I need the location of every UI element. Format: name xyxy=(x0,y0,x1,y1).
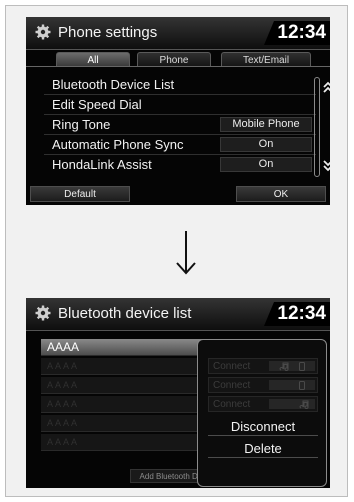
connect-label: Connect xyxy=(213,380,251,391)
setting-label: Bluetooth Device List xyxy=(52,77,175,92)
connect-phone-button[interactable]: Connect xyxy=(208,377,318,393)
gear-icon xyxy=(35,305,51,321)
page-title: Bluetooth device list xyxy=(58,305,192,322)
setting-value: Mobile Phone xyxy=(220,117,312,132)
tab-phone[interactable]: Phone xyxy=(137,52,211,67)
phone-icon xyxy=(299,362,305,371)
tab-text-email[interactable]: Text/Email xyxy=(221,52,311,67)
phone-icon xyxy=(299,381,305,390)
tab-divider xyxy=(26,66,330,67)
connect-phone-audio-button[interactable]: Connect xyxy=(208,358,318,374)
arrow-down-icon xyxy=(176,231,196,275)
device-name: AAAA xyxy=(47,380,80,390)
device-name: AAAA xyxy=(47,399,80,409)
setting-bluetooth-device-list[interactable]: Bluetooth Device List xyxy=(44,76,316,93)
connect-icons xyxy=(269,380,315,390)
page-title: Phone settings xyxy=(58,24,158,41)
setting-edit-speed-dial[interactable]: Edit Speed Dial xyxy=(44,96,316,113)
header-bar: Bluetooth device list 12:34 xyxy=(26,298,330,331)
setting-label: Automatic Phone Sync xyxy=(52,137,184,152)
chevron-down-icon[interactable] xyxy=(323,158,330,172)
connect-label: Connect xyxy=(213,399,251,410)
scrollbar[interactable] xyxy=(314,77,320,177)
gear-icon xyxy=(35,24,51,40)
setting-value: On xyxy=(220,157,312,172)
setting-automatic-phone-sync[interactable]: Automatic Phone Sync On xyxy=(44,136,316,153)
phone-settings-screen: Phone settings 12:34 All Phone Text/Emai… xyxy=(26,17,330,205)
connect-icons xyxy=(269,361,315,371)
connect-icons xyxy=(269,399,315,409)
setting-hondalink-assist[interactable]: HondaLink Assist On xyxy=(44,156,316,173)
device-options-popup: Connect Connect Connect Disconnect Delet… xyxy=(197,339,327,487)
row-divider xyxy=(44,154,316,155)
row-divider xyxy=(44,134,316,135)
disconnect-button[interactable]: Disconnect xyxy=(208,418,318,436)
device-name: AAAA xyxy=(47,361,80,371)
row-divider xyxy=(44,94,316,95)
setting-label: HondaLink Assist xyxy=(52,157,152,172)
ok-button[interactable]: OK xyxy=(236,186,326,202)
setting-ring-tone[interactable]: Ring Tone Mobile Phone xyxy=(44,116,316,133)
chevron-up-icon[interactable] xyxy=(323,81,330,95)
connect-label: Connect xyxy=(213,361,251,372)
device-name: AAAA xyxy=(47,340,80,354)
setting-value: On xyxy=(220,137,312,152)
music-note-icon xyxy=(279,362,289,371)
header-bar: Phone settings 12:34 xyxy=(26,17,330,50)
setting-label: Edit Speed Dial xyxy=(52,97,142,112)
clock: 12:34 xyxy=(264,302,330,326)
device-name: AAAA xyxy=(47,437,80,447)
bluetooth-device-list-screen: Bluetooth device list 12:34 AAAA AAAA AA… xyxy=(26,298,330,488)
music-note-icon xyxy=(299,400,309,409)
delete-button[interactable]: Delete xyxy=(208,440,318,458)
tab-all[interactable]: All xyxy=(56,52,130,67)
clock: 12:34 xyxy=(264,21,330,45)
row-divider xyxy=(44,114,316,115)
device-name: AAAA xyxy=(47,418,80,428)
connect-audio-button[interactable]: Connect xyxy=(208,396,318,412)
default-button[interactable]: Default xyxy=(30,186,130,202)
setting-label: Ring Tone xyxy=(52,117,111,132)
